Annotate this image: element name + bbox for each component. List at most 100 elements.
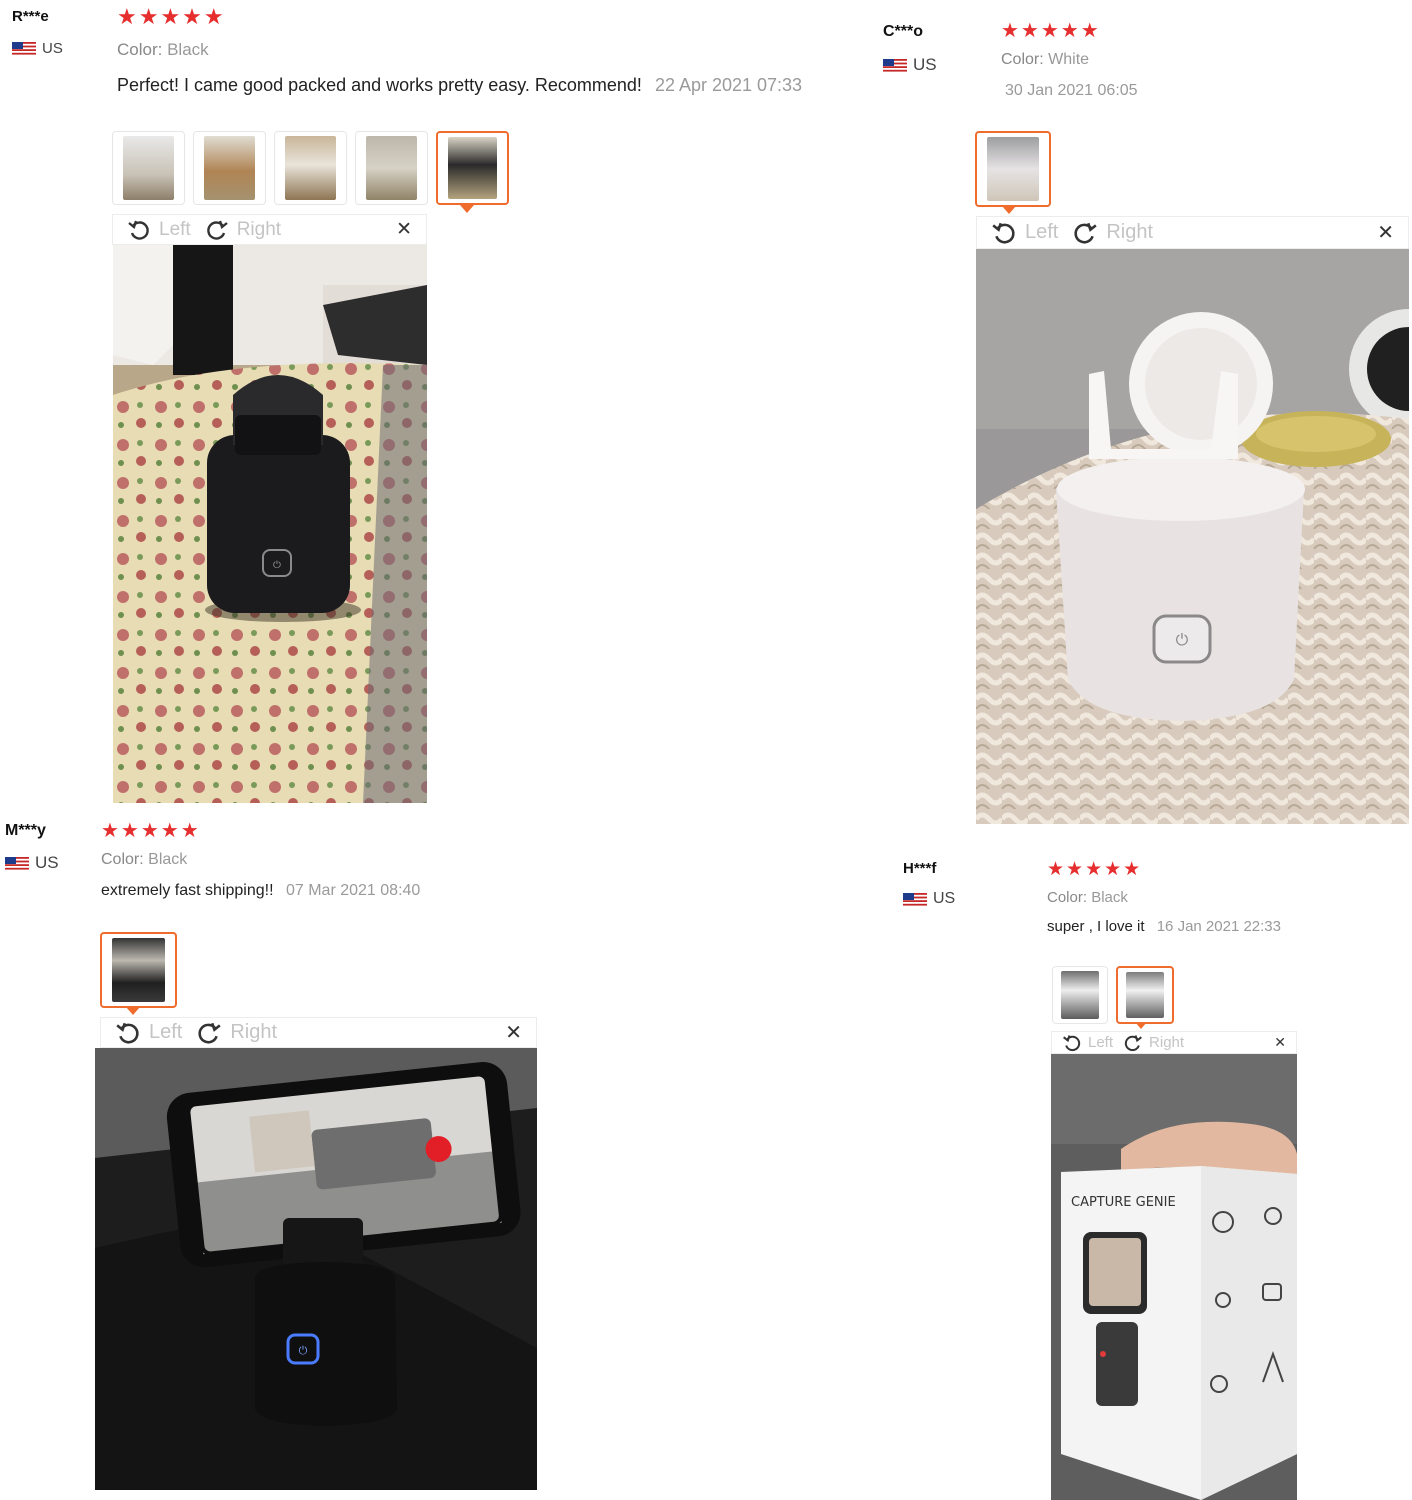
review-comment-line: super , I love it 16 Jan 2021 22:33 xyxy=(1047,918,1281,935)
review-thumbnail[interactable] xyxy=(112,131,185,205)
rotate-right-icon xyxy=(1074,222,1098,243)
star-rating: ★★★★★ xyxy=(1047,859,1143,880)
thumbnail-strip xyxy=(1052,966,1174,1024)
rotate-left-icon xyxy=(116,1022,139,1043)
review-thumbnail-selected[interactable] xyxy=(1116,966,1174,1024)
svg-text:⏻: ⏻ xyxy=(273,560,281,571)
image-toolbar: Left Right ✕ xyxy=(100,1017,537,1048)
reviewer-name: C***o xyxy=(883,23,924,40)
rotate-left-label: Left xyxy=(149,1021,183,1043)
rotate-right-label: Right xyxy=(1106,221,1154,243)
color-attribute: Color: Black xyxy=(117,40,209,60)
review-comment: extremely fast shipping!! xyxy=(101,882,274,899)
rotate-left-label: Left xyxy=(1088,1034,1114,1051)
close-icon[interactable]: ✕ xyxy=(505,1020,522,1045)
us-flag-icon xyxy=(883,58,907,72)
review-photo: ⏻ xyxy=(976,249,1409,824)
selected-caret xyxy=(1002,206,1016,214)
rotate-right-label: Right xyxy=(230,1021,278,1043)
review-thumbnail[interactable] xyxy=(355,131,428,205)
rotate-left-button[interactable]: Left xyxy=(127,218,191,242)
box-brand-text: CAPTURE GENIE xyxy=(1071,1195,1176,1210)
rotate-right-label: Right xyxy=(1149,1034,1185,1051)
selected-caret xyxy=(126,1007,140,1015)
review-photo: ⏻ xyxy=(95,1048,537,1490)
rotate-left-icon xyxy=(1063,1034,1081,1051)
color-label: Color: xyxy=(101,851,144,868)
reviewer-name: R***e xyxy=(12,8,49,25)
selected-caret xyxy=(460,205,474,213)
reviewer-country: US xyxy=(5,853,59,873)
review-comment-line: Perfect! I came good packed and works pr… xyxy=(117,75,802,96)
thumbnail-strip xyxy=(100,932,177,1008)
color-attribute: Color: Black xyxy=(101,851,187,869)
country-code: US xyxy=(35,853,59,872)
svg-text:⏻: ⏻ xyxy=(299,1344,308,1357)
rotate-left-button[interactable]: Left xyxy=(991,220,1058,246)
star-rating: ★★★★★ xyxy=(1001,20,1101,42)
reviewer-country: US xyxy=(903,890,955,908)
color-value: White xyxy=(1048,51,1090,68)
close-icon[interactable]: ✕ xyxy=(396,218,412,241)
photo-white-phone-holder: ⏻ xyxy=(976,249,1409,824)
image-toolbar: Left Right ✕ xyxy=(112,214,427,245)
close-icon[interactable]: ✕ xyxy=(1377,220,1394,245)
rotate-right-icon xyxy=(198,1022,222,1043)
review-thumbnail-selected[interactable] xyxy=(975,131,1051,207)
thumbnail-strip xyxy=(975,131,1051,207)
review-date: 22 Apr 2021 07:33 xyxy=(654,75,803,95)
us-flag-icon xyxy=(12,42,36,55)
photo-black-phone-holder: ⏻ xyxy=(113,245,427,803)
rotate-right-label: Right xyxy=(236,218,282,240)
review-comment: Perfect! I came good packed and works pr… xyxy=(117,75,642,95)
review-thumbnail[interactable] xyxy=(193,131,266,205)
review-photo: ⏻ xyxy=(113,245,427,803)
review-thumbnail[interactable] xyxy=(274,131,347,205)
color-label: Color: xyxy=(117,40,163,59)
review-comment-line: extremely fast shipping!! 07 Mar 2021 08… xyxy=(101,882,420,900)
country-code: US xyxy=(42,40,63,57)
svg-text:⏻: ⏻ xyxy=(1176,630,1189,649)
rotate-right-button[interactable]: Right xyxy=(1123,1033,1184,1053)
color-attribute: Color: Black xyxy=(1047,889,1128,906)
review-date: 30 Jan 2021 06:05 xyxy=(1005,82,1138,99)
review-date: 07 Mar 2021 08:40 xyxy=(285,882,421,899)
rotate-right-button[interactable]: Right xyxy=(196,1020,277,1046)
thumbnail-strip xyxy=(112,131,509,205)
rotate-left-label: Left xyxy=(159,218,191,240)
color-label: Color: xyxy=(1001,51,1044,68)
rotate-right-icon xyxy=(1124,1034,1142,1051)
review-thumbnail[interactable] xyxy=(1052,966,1108,1024)
close-icon[interactable]: ✕ xyxy=(1274,1034,1286,1051)
review-thumbnail-selected[interactable] xyxy=(100,932,177,1008)
star-rating: ★★★★★ xyxy=(101,820,201,842)
rotate-left-icon xyxy=(992,222,1015,243)
country-code: US xyxy=(933,890,956,907)
photo-capture-genie-box: CAPTURE GENIE xyxy=(1051,1054,1297,1500)
rotate-left-button[interactable]: Left xyxy=(115,1020,182,1046)
rotate-left-icon xyxy=(128,220,149,240)
color-value: Black xyxy=(167,40,209,59)
us-flag-icon xyxy=(5,856,29,870)
us-flag-icon xyxy=(903,892,927,906)
reviewer-name: M***y xyxy=(5,822,46,839)
review-comment: super , I love it xyxy=(1047,918,1145,935)
selected-caret xyxy=(1135,1022,1147,1029)
image-toolbar: Left Right ✕ xyxy=(976,216,1409,249)
reviewer-country: US xyxy=(883,55,937,75)
rotate-left-label: Left xyxy=(1025,221,1059,243)
review-date: 16 Jan 2021 22:33 xyxy=(1156,918,1281,935)
color-label: Color: xyxy=(1047,889,1088,906)
review-thumbnail-selected[interactable] xyxy=(436,131,509,205)
rotate-left-button[interactable]: Left xyxy=(1062,1033,1113,1053)
image-toolbar: Left Right ✕ xyxy=(1051,1031,1297,1054)
country-code: US xyxy=(913,55,937,74)
color-attribute: Color: White xyxy=(1001,51,1089,69)
photo-phone-in-holder: ⏻ xyxy=(95,1048,537,1490)
review-comment-line: 30 Jan 2021 06:05 xyxy=(1001,82,1138,100)
rotate-right-button[interactable]: Right xyxy=(1072,220,1153,246)
reviewer-name: H***f xyxy=(903,860,937,877)
review-photo: CAPTURE GENIE xyxy=(1051,1054,1297,1500)
rotate-right-button[interactable]: Right xyxy=(205,218,281,242)
color-value: Black xyxy=(1091,889,1128,906)
